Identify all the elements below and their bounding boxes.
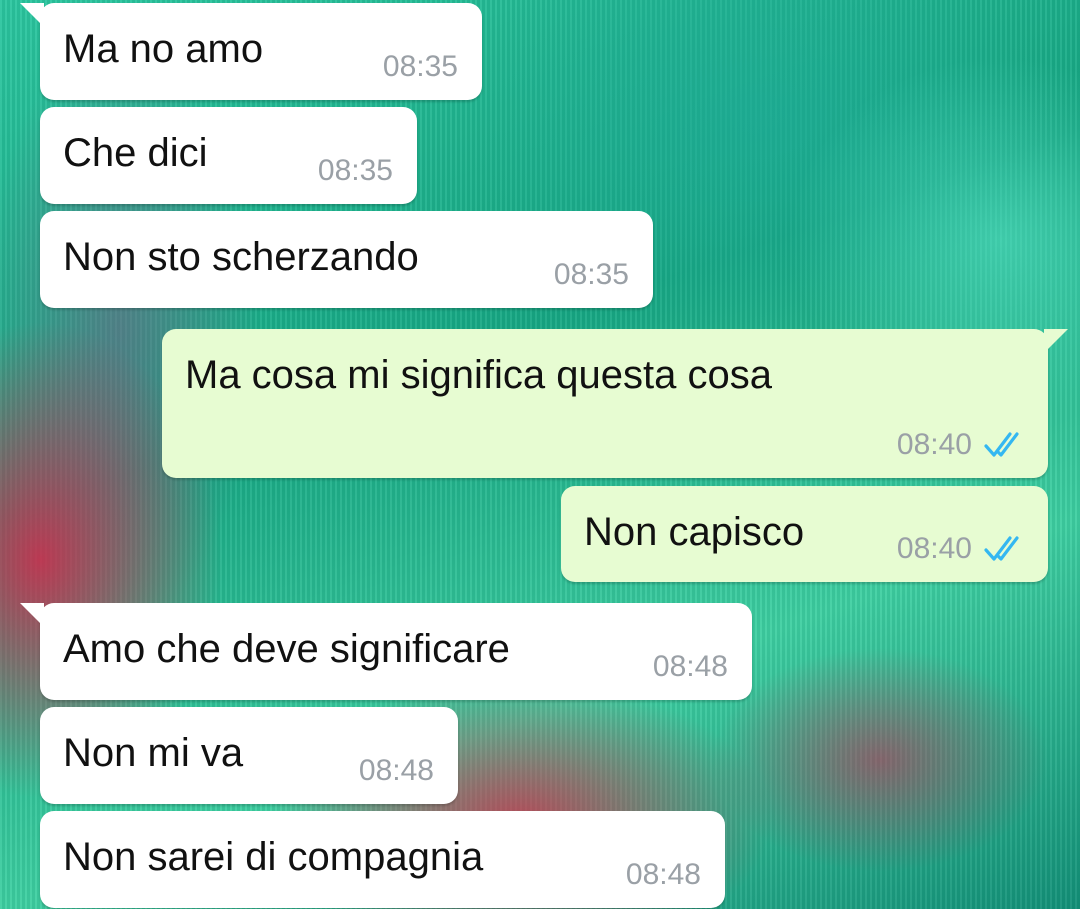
double-check-read-icon bbox=[984, 536, 1019, 561]
message-text: Che dici bbox=[63, 131, 208, 175]
message-bubble-incoming[interactable]: Non mi va 08:48 bbox=[40, 707, 458, 804]
message-timestamp: 08:40 bbox=[896, 532, 972, 565]
message-text: Non mi va bbox=[63, 731, 244, 775]
message-timestamp: 08:48 bbox=[358, 754, 434, 787]
double-check-read-icon bbox=[984, 432, 1019, 457]
message-text: Non capisco bbox=[584, 510, 805, 554]
message-bubble-incoming[interactable]: Ma no amo 08:35 bbox=[20, 3, 482, 100]
chat-area[interactable]: Ma no amo 08:35 Che dici 08:35 Non sto s… bbox=[0, 0, 1080, 909]
message-timestamp: 08:40 bbox=[896, 428, 972, 461]
message-timestamp: 08:48 bbox=[625, 858, 701, 891]
message-timestamp: 08:35 bbox=[553, 258, 629, 291]
message-timestamp: 08:35 bbox=[382, 50, 458, 83]
message-text: Ma no amo bbox=[63, 27, 264, 71]
message-text: Amo che deve significare bbox=[63, 627, 510, 671]
message-timestamp: 08:48 bbox=[652, 650, 728, 683]
message-bubble-incoming[interactable]: Amo che deve significare 08:48 bbox=[20, 603, 752, 700]
message-text: Non sto scherzando bbox=[63, 235, 419, 279]
message-bubble-outgoing[interactable]: Non capisco 08:40 bbox=[561, 486, 1048, 582]
message-text: Non sarei di compagnia bbox=[63, 835, 484, 879]
message-text: Ma cosa mi significa questa cosa bbox=[185, 353, 772, 397]
message-bubble-incoming[interactable]: Non sto scherzando 08:35 bbox=[40, 211, 653, 308]
message-bubble-incoming[interactable]: Non sarei di compagnia 08:48 bbox=[40, 811, 725, 908]
message-bubble-incoming[interactable]: Che dici 08:35 bbox=[40, 107, 417, 204]
message-timestamp: 08:35 bbox=[317, 154, 393, 187]
message-bubble-outgoing[interactable]: Ma cosa mi significa questa cosa 08:40 bbox=[162, 329, 1068, 478]
